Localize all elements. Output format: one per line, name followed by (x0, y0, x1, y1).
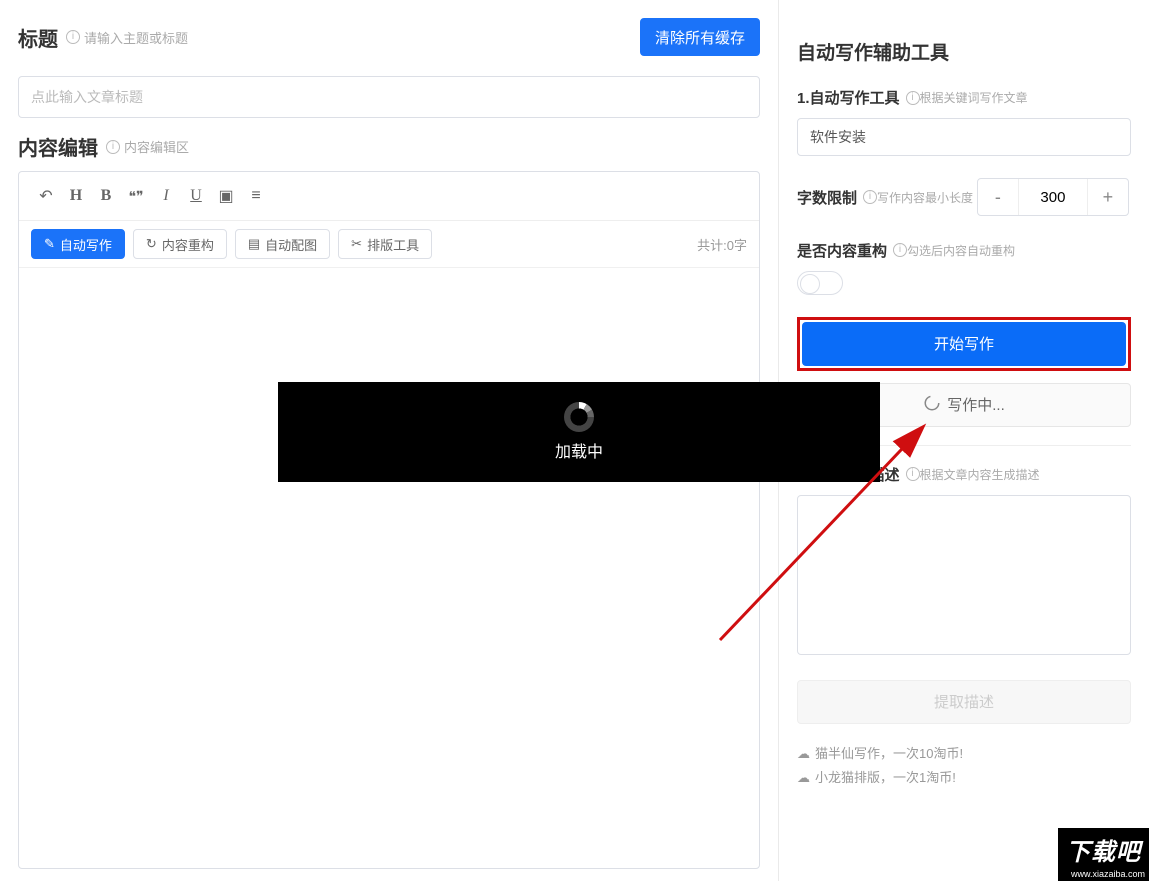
watermark: 下载吧 www.xiazaiba.com (1058, 828, 1149, 881)
bold-tool[interactable]: B (91, 182, 121, 210)
info-icon: i (66, 30, 80, 44)
title-heading: 标题 (18, 23, 58, 52)
restructure-toggle[interactable] (797, 271, 843, 295)
editor: ↶ H B ❝❞ I U ▣ ≡ ✎ 自动写作 ↻ 内容重构 ▤ (18, 171, 760, 869)
loading-overlay: 加载中 (278, 382, 880, 482)
description-textarea[interactable] (797, 495, 1131, 655)
title-hint: i 请输入主题或标题 (66, 28, 188, 47)
image-tool[interactable]: ▣ (211, 182, 241, 210)
coin-icon: ☁ (797, 766, 810, 791)
start-write-button[interactable]: 开始写作 (802, 322, 1126, 366)
italic-tool[interactable]: I (151, 182, 181, 210)
spinner-icon (564, 402, 594, 432)
footer-note-2: ☁ 小龙猫排版，一次1淘币! (797, 766, 1131, 791)
article-title-input[interactable] (18, 76, 760, 118)
word-limit-stepper: - + (977, 178, 1129, 216)
content-heading: 内容编辑 (18, 132, 98, 161)
watermark-brand: 下载吧 (1058, 828, 1149, 869)
keyword-input[interactable] (797, 118, 1131, 156)
info-icon: i (893, 243, 907, 257)
info-icon: i (106, 140, 120, 154)
wrench-icon: ✂ (351, 236, 362, 252)
stepper-minus-button[interactable]: - (978, 179, 1018, 215)
undo-icon[interactable]: ↶ (31, 182, 61, 210)
align-tool[interactable]: ≡ (241, 182, 271, 210)
pencil-icon: ✎ (44, 236, 55, 252)
stepper-plus-button[interactable]: + (1088, 179, 1128, 215)
watermark-url: www.xiazaiba.com (1058, 869, 1149, 881)
image-icon: ▤ (248, 236, 260, 252)
highlight-annotation: 开始写作 (797, 317, 1131, 371)
word-limit-label: 字数限制 i写作内容最小长度 (797, 187, 973, 208)
editor-body[interactable] (19, 268, 759, 868)
info-icon: i (906, 91, 920, 105)
info-icon: i (906, 467, 920, 481)
auto-write-button[interactable]: ✎ 自动写作 (31, 229, 125, 259)
refresh-icon: ↻ (146, 236, 157, 252)
loading-text: 加载中 (555, 438, 603, 462)
info-icon: i (863, 190, 877, 204)
layout-tool-button[interactable]: ✂ 排版工具 (338, 229, 432, 259)
quote-tool[interactable]: ❝❞ (121, 182, 151, 210)
footer-note-1: ☁ 猫半仙写作，一次10淘币! (797, 742, 1131, 767)
loading-icon (923, 394, 941, 416)
sidebar-title: 自动写作辅助工具 (797, 38, 1131, 65)
content-hint: i 内容编辑区 (106, 137, 189, 156)
stepper-value-input[interactable] (1018, 179, 1088, 215)
editor-toolbar: ↶ H B ❝❞ I U ▣ ≡ (19, 172, 759, 221)
word-count: 共计:0字 (697, 235, 747, 254)
restructure-button[interactable]: ↻ 内容重构 (133, 229, 227, 259)
clear-cache-button[interactable]: 清除所有缓存 (640, 18, 760, 56)
restructure-label: 是否内容重构 i勾选后内容自动重构 (797, 240, 1015, 261)
extract-description-button[interactable]: 提取描述 (797, 680, 1131, 724)
underline-tool[interactable]: U (181, 182, 211, 210)
coin-icon: ☁ (797, 742, 810, 767)
tool1-label: 1.自动写作工具 i根据关键词写作文章 (797, 87, 1028, 108)
auto-image-button[interactable]: ▤ 自动配图 (235, 229, 330, 259)
heading-tool[interactable]: H (61, 182, 91, 210)
